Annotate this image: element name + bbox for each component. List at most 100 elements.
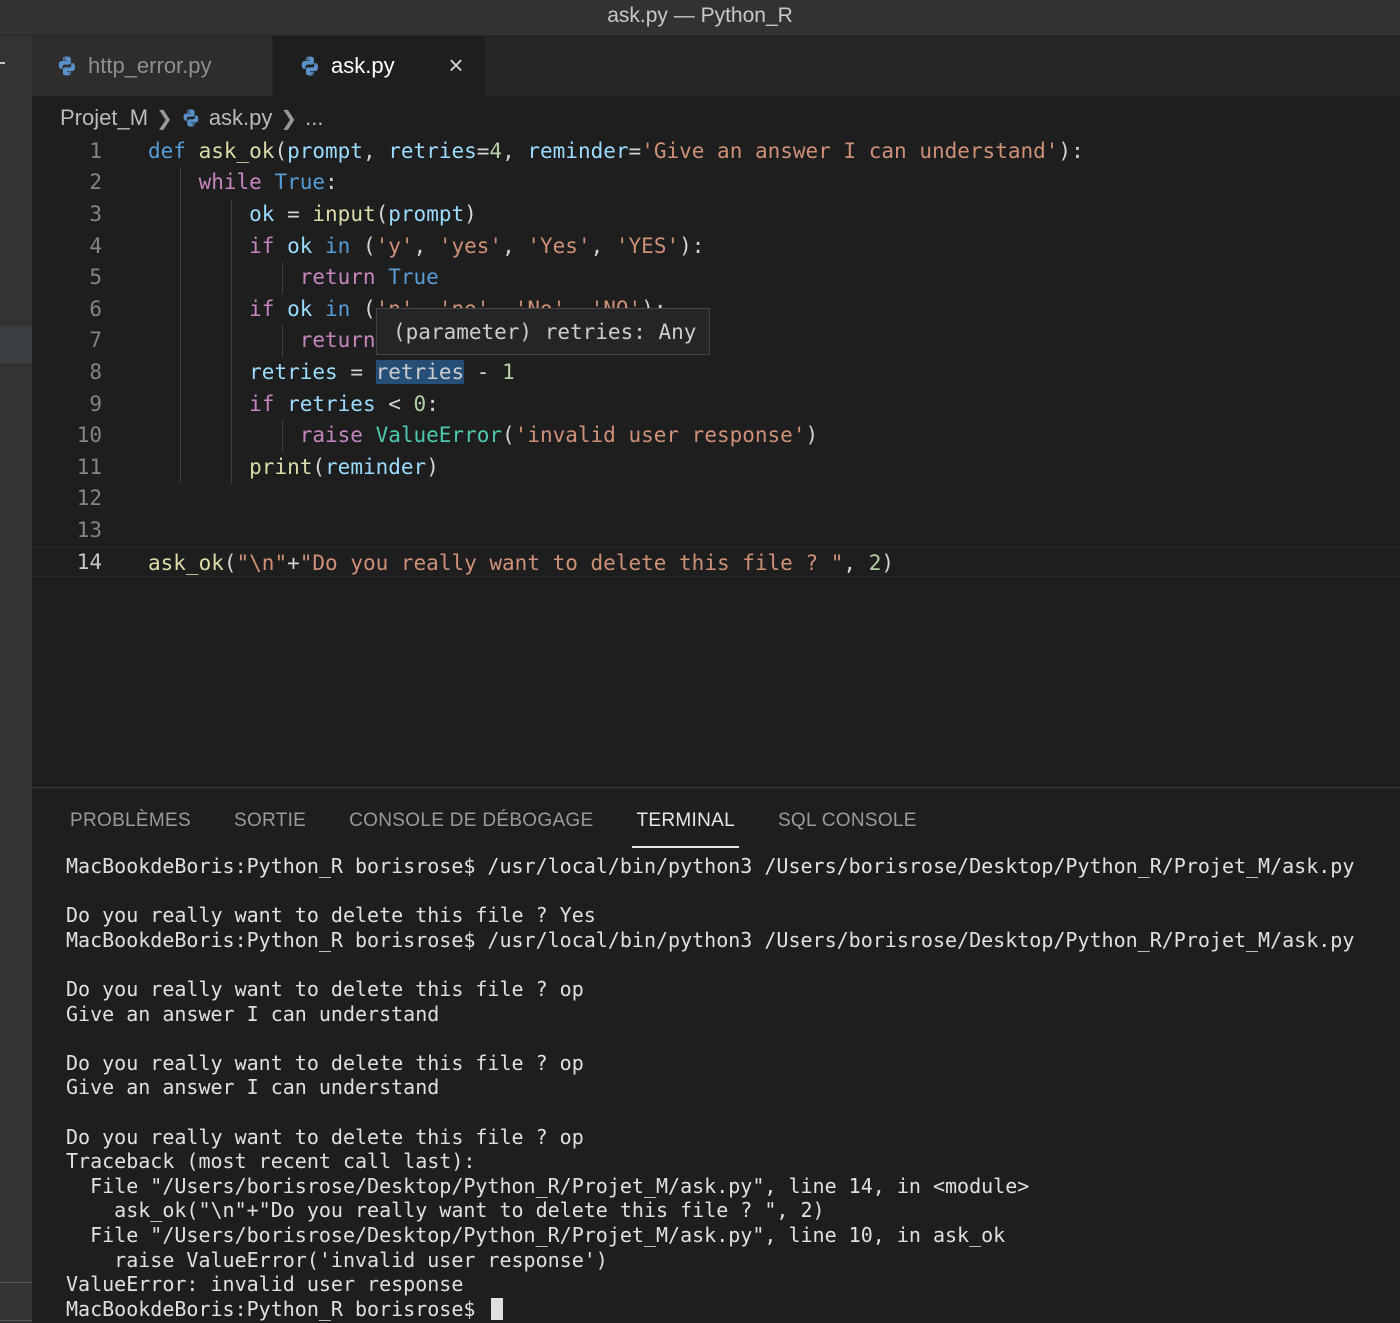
code-editor[interactable]: 1 def ask_ok(prompt, retries = 4, reminder =… [32,135,1400,787]
code-token: return [299,265,389,290]
terminal-line: MacBookdeBoris:Python_R borisrose$ [66,1297,1396,1322]
code-line[interactable]: 9 if retries < 0: [32,388,1400,420]
code-line[interactable]: 10 raise ValueError('invalid user respon… [32,419,1400,451]
code-line[interactable]: 14 ask_ok("\n" + "Do you really want to del… [32,545,1400,579]
python-icon [299,55,321,77]
terminal-line: Do you really want to delete this file ?… [66,1051,1396,1076]
chevron-right-icon: ❯ [280,107,298,130]
breadcrumb-more[interactable]: ... [305,105,323,131]
code-token: ( [362,233,376,258]
line-number: 7 [89,328,102,353]
code-line[interactable]: 2 while True: [32,167,1400,199]
code-token: = [476,138,490,163]
window-title: ask.py — Python_R [607,4,793,27]
tab-sql-console[interactable]: SQL CONSOLE [778,808,917,848]
tab-debug-console[interactable]: CONSOLE DE DÉBOGAGE [349,808,593,848]
code-token: 2 [868,550,882,575]
breadcrumb-folder[interactable]: Projet_M [60,105,148,131]
line-number: 2 [89,170,102,195]
code-token: ) [881,550,895,575]
terminal-line: Do you really want to delete this file ?… [66,903,1396,928]
code-line[interactable]: 12 [32,483,1400,515]
terminal-text: ValueError: invalid user response [66,1272,464,1297]
code-token: = [274,201,313,226]
python-icon [56,55,78,77]
code-token: ok [287,233,313,258]
code-token: while [198,170,275,195]
code-line[interactable]: 8 retries = retries - 1 [32,356,1400,388]
terminal-output[interactable]: MacBookdeBoris:Python_R borisrose$ /usr/… [66,854,1396,1321]
code-token: reminder [527,138,629,163]
code-token: True [274,170,326,195]
activity-item-selected[interactable] [0,326,32,363]
code-token: if [249,296,288,321]
terminal-text: MacBookdeBoris:Python_R borisrose$ /usr/… [66,854,1355,878]
activity-bar [0,36,32,1323]
code-token: = [337,359,376,384]
code-text: ask_ok("\n" + "Do you really want to delet… [148,547,894,579]
code-token: 'YES' [615,233,680,258]
code-token: "\n" [236,550,288,575]
code-line[interactable]: 13 [32,514,1400,546]
title-bar: ask.py — Python_R [0,0,1400,36]
tab-http-error[interactable]: http_error.py [32,36,272,96]
code-line[interactable]: 7 return False [32,325,1400,357]
code-token: = [628,138,642,163]
code-token: "Do you really want to delete this file … [299,550,844,575]
code-token: ) [464,201,477,226]
code-token: reminder [325,454,427,479]
code-token: ask_ok [198,138,275,163]
code-line[interactable]: 1 def ask_ok(prompt, retries = 4, reminder =… [32,135,1400,167]
code-token: print [249,454,313,479]
code-token: retries [249,359,338,384]
code-token: 'yes' [438,233,503,258]
code-line[interactable]: 4 if ok in ('y', 'yes', 'Yes', 'YES'): [32,230,1400,262]
line-number: 8 [89,359,102,384]
code-token: def [148,138,199,163]
tab-terminal[interactable]: TERMINAL [632,808,740,848]
line-number: 1 [89,138,102,163]
tab-output[interactable]: SORTIE [234,808,306,848]
code-token: ( [502,423,515,448]
line-number: 12 [76,486,102,511]
code-token: ( [362,296,376,321]
code-token: ok [249,201,275,226]
code-token: , [502,138,528,163]
tab-problems[interactable]: PROBLÈMES [70,808,191,848]
terminal-text: Do you really want to delete this file ?… [66,903,596,928]
code-line[interactable]: 11 print(reminder) [32,451,1400,483]
terminal-line: Do you really want to delete this file ?… [66,1125,1396,1150]
terminal-text: Give an answer I can understand [66,1075,440,1100]
code-token: : [325,170,338,195]
close-icon[interactable]: × [441,50,471,80]
terminal-line: File "/Users/borisrose/Desktop/Python_R/… [66,1174,1396,1199]
line-number: 9 [89,391,102,416]
tab-label: http_error.py [88,53,212,78]
panel-tabs: PROBLÈMES SORTIE CONSOLE DE DÉBOGAGE TER… [70,808,960,848]
code-token: + [287,550,300,575]
tab-ask[interactable]: ask.py × [273,36,485,96]
code-line[interactable]: 3 ok = input(prompt) [32,198,1400,230]
terminal-text: MacBookdeBoris:Python_R borisrose$ /usr/… [66,927,1355,952]
code-text: raise ValueError('invalid user response'… [148,419,818,451]
terminal-text: MacBookdeBoris:Python_R borisrose$ [66,1296,488,1321]
code-text: ok = input(prompt) [148,198,477,230]
code-token: ) [426,454,439,479]
code-token: : [426,391,439,416]
code-line[interactable]: 5 return True [32,261,1400,293]
code-line[interactable]: 6 if ok in ('n', 'no', 'No', 'NO'): [32,293,1400,325]
line-number: 5 [89,265,102,290]
terminal-line: Give an answer I can understand [66,1002,1396,1027]
breadcrumb-file[interactable]: ask.py [209,105,273,131]
code-token: retries [375,359,465,384]
terminal-cursor [491,1297,504,1320]
code-token: ask_ok [148,550,224,575]
